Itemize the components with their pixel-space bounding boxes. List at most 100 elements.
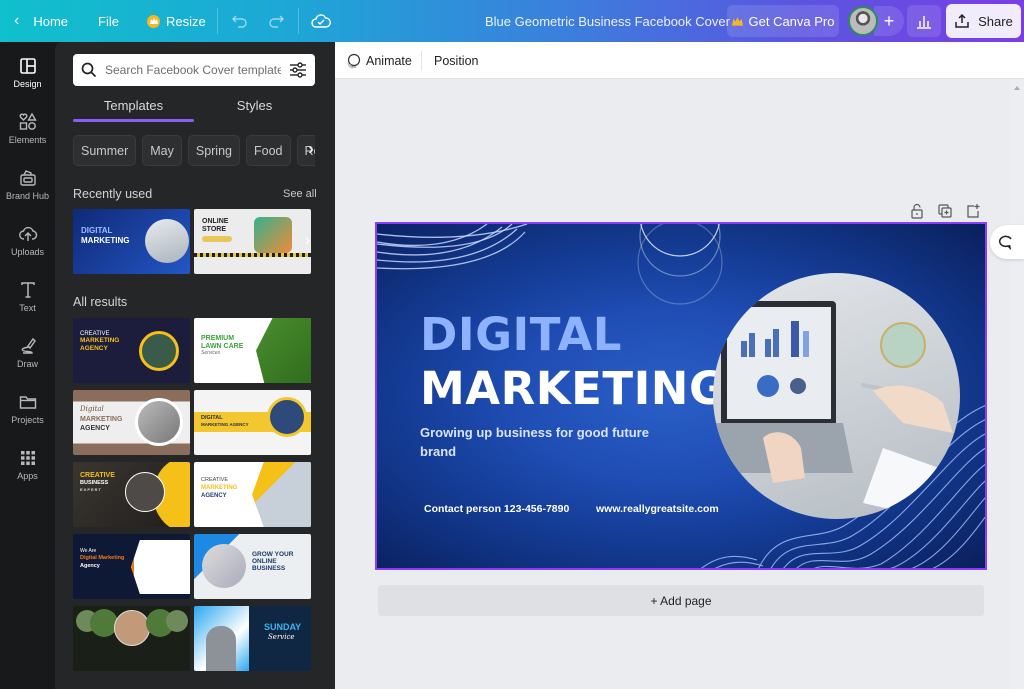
thumb-title: MARKETING xyxy=(201,485,238,491)
undo-button[interactable] xyxy=(232,0,248,42)
scroll-up-arrow-icon[interactable] xyxy=(1014,86,1020,90)
thumb-photo xyxy=(135,398,183,446)
animate-button[interactable]: Animate xyxy=(345,42,412,79)
design-title-line1[interactable]: DIGITAL xyxy=(420,308,622,361)
template-premium-lawn-care[interactable]: PREMIUM LAWN CARE Services xyxy=(194,318,311,383)
duplicate-page-button[interactable] xyxy=(937,203,953,219)
position-button[interactable]: Position xyxy=(434,42,478,79)
rail-item-text[interactable]: Text xyxy=(0,268,55,324)
layout-icon xyxy=(19,57,36,74)
thumb-person xyxy=(206,626,236,671)
plus-icon: + xyxy=(883,10,895,31)
recent-template-online-store[interactable]: ONLINE STORE xyxy=(194,209,311,274)
thumb-title: SUNDAY xyxy=(264,622,302,632)
home-button[interactable]: ‹ Home xyxy=(14,0,68,42)
rail-label: Draw xyxy=(16,358,38,369)
design-photo-laptop[interactable] xyxy=(713,273,960,519)
see-all-link[interactable]: See all xyxy=(283,188,317,200)
chips-next-chevron-icon[interactable]: › xyxy=(303,140,319,160)
thumb-title: We Are xyxy=(80,548,97,554)
category-chips: Summer May Spring Food Real e xyxy=(73,135,315,167)
template-digital-marketing-agency-brown[interactable]: Digital MARKETING AGENCY xyxy=(73,390,190,455)
lock-page-button[interactable] xyxy=(909,203,925,219)
redo-icon xyxy=(269,15,284,28)
template-creative-marketing-agency[interactable]: CREATIVE MARKETING AGENCY xyxy=(73,318,190,383)
rail-item-projects[interactable]: Projects xyxy=(0,380,55,436)
rail-item-uploads[interactable]: Uploads xyxy=(0,212,55,268)
unlock-icon xyxy=(911,203,923,219)
rail-item-apps[interactable]: Apps xyxy=(0,436,55,492)
animate-icon xyxy=(347,53,361,69)
add-collaborator-button[interactable]: + xyxy=(874,6,904,36)
thumb-title: Services xyxy=(201,350,221,356)
template-grow-your-online-business[interactable]: GROW YOUR ONLINE BUSINESS xyxy=(194,534,311,599)
vertical-scrollbar[interactable] xyxy=(1010,80,1024,689)
design-title-line2[interactable]: MARKETING xyxy=(420,362,726,415)
bar-chart-icon xyxy=(917,16,931,29)
template-beauty-faces[interactable] xyxy=(73,606,190,671)
thumb-title: AGENCY xyxy=(80,345,108,352)
file-menu-button[interactable]: File xyxy=(98,0,119,42)
rail-item-draw[interactable]: Draw xyxy=(0,324,55,380)
design-page[interactable]: DIGITAL MARKETING Growing up business fo… xyxy=(375,222,987,570)
template-search-box[interactable] xyxy=(73,54,315,86)
design-website[interactable]: www.reallygreatsite.com xyxy=(596,503,719,515)
thumb-button xyxy=(202,236,232,242)
rail-item-elements[interactable]: Elements xyxy=(0,100,55,156)
design-subtitle[interactable]: Growing up business for good future bran… xyxy=(420,423,650,461)
text-icon xyxy=(20,281,35,298)
duplicate-icon xyxy=(938,204,952,218)
rail-item-design[interactable]: Design xyxy=(0,44,55,100)
get-canva-pro-button[interactable]: Get Canva Pro xyxy=(727,5,839,37)
thumb-title: STORE xyxy=(202,226,226,233)
rail-item-brand-hub[interactable]: Brand Hub xyxy=(0,156,55,212)
redo-button[interactable] xyxy=(268,0,284,42)
folder-icon xyxy=(19,395,36,409)
template-sunday-service[interactable]: SUNDAY Service xyxy=(194,606,311,671)
thumb-title: CREATIVE xyxy=(201,477,229,483)
insights-button[interactable] xyxy=(907,5,941,37)
chip-spring[interactable]: Spring xyxy=(187,135,240,166)
crown-icon xyxy=(731,16,743,26)
thumb-title: Digital Marketing xyxy=(80,555,125,561)
templates-panel: Templates Styles Summer May Spring Food … xyxy=(55,42,335,689)
recent-template-digital-marketing[interactable]: DIGITAL MARKETING xyxy=(73,209,190,274)
share-upload-icon xyxy=(955,13,969,28)
chip-summer[interactable]: Summer xyxy=(73,135,137,166)
share-button[interactable]: Share xyxy=(946,4,1021,38)
tab-styles[interactable]: Styles xyxy=(194,94,315,124)
add-page-button[interactable]: + Add page xyxy=(378,585,984,616)
chip-food[interactable]: Food xyxy=(246,135,291,166)
template-creative-marketing-agency-white[interactable]: CREATIVE MARKETING AGENCY xyxy=(194,462,311,527)
template-we-are-digital-marketing-agency[interactable]: We Are Digital Marketing Agency xyxy=(73,534,190,599)
template-digital-marketing-agency-yellow[interactable]: DIGITAL MARKETING AGENCY xyxy=(194,390,311,455)
chip-may[interactable]: May xyxy=(142,135,182,166)
animate-label: Animate xyxy=(366,53,412,68)
chevron-left-icon: ‹ xyxy=(14,12,20,29)
add-page-icon-button[interactable] xyxy=(965,203,981,219)
thumb-title: CREATIVE xyxy=(80,472,115,479)
top-left-arcs xyxy=(377,224,528,270)
document-title[interactable]: Blue Geometric Business Facebook Cover xyxy=(485,0,730,42)
template-creative-business-expert[interactable]: CREATIVE BUSINESS EXPERT xyxy=(73,462,190,527)
comment-button[interactable] xyxy=(990,225,1024,259)
divider xyxy=(217,8,218,34)
tab-templates[interactable]: Templates xyxy=(73,94,194,124)
comment-icon xyxy=(998,235,1012,250)
cloud-save-status[interactable] xyxy=(311,0,331,42)
recent-next-chevron-icon[interactable]: › xyxy=(305,232,319,256)
thumb-photo xyxy=(125,472,165,512)
draw-icon xyxy=(21,337,36,354)
resize-button[interactable]: Resize xyxy=(147,0,206,42)
user-avatar[interactable] xyxy=(848,6,878,36)
get-pro-label: Get Canva Pro xyxy=(748,13,835,29)
thumb-photo xyxy=(252,462,311,527)
template-search-input[interactable] xyxy=(105,63,281,77)
thumb-photo xyxy=(202,544,246,588)
thumb-title: Digital xyxy=(80,405,104,413)
filter-sliders-icon[interactable] xyxy=(289,62,307,78)
thumb-illustration xyxy=(254,217,292,253)
apps-grid-icon xyxy=(20,450,35,465)
thumb-photo xyxy=(131,540,190,594)
design-contact[interactable]: Contact person 123-456-7890 xyxy=(424,503,569,515)
